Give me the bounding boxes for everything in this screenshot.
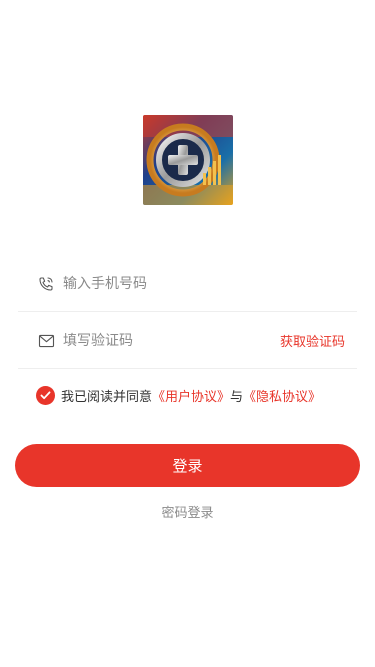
app-logo: [143, 115, 233, 205]
password-login-link[interactable]: 密码登录: [0, 502, 375, 521]
agree-checkbox[interactable]: [36, 385, 55, 405]
user-agreement-link[interactable]: 《用户协议》: [152, 386, 230, 405]
verification-code-input[interactable]: [62, 320, 280, 361]
mail-icon: [36, 331, 56, 351]
agreement-row: 我已阅读并同意 《用户协议》 与 《隐私协议》: [36, 384, 321, 406]
check-icon: [40, 390, 51, 399]
phone-row: [18, 256, 357, 312]
agreement-joiner: 与: [230, 389, 244, 405]
app-logo-icon: [143, 115, 233, 205]
code-row: 获取验证码: [18, 313, 357, 369]
privacy-policy-link[interactable]: 《隐私协议》: [243, 386, 321, 405]
phone-icon: [36, 274, 56, 294]
phone-input[interactable]: [62, 263, 357, 304]
get-code-button[interactable]: 获取验证码: [280, 331, 345, 350]
login-button[interactable]: 登录: [15, 444, 360, 487]
agreement-prefix: 我已阅读并同意: [61, 389, 153, 405]
